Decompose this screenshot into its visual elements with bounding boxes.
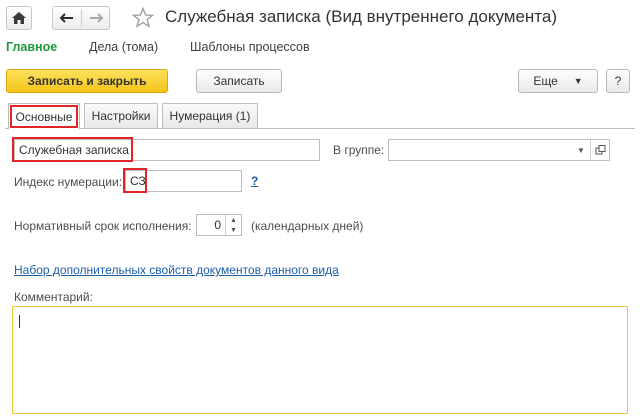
history-nav [52,6,110,30]
nav-main[interactable]: Главное [6,40,57,54]
tab-numbering[interactable]: Нумерация (1) [162,103,258,128]
nav-files[interactable]: Дела (тома) [89,40,158,54]
highlight-index [123,168,147,193]
favorite-button[interactable] [131,6,155,30]
group-label: В группе: [333,143,385,157]
help-button[interactable]: ? [606,69,630,93]
properties-set-link[interactable]: Набор дополнительных свойств документов … [14,263,339,277]
text-cursor [19,315,20,328]
home-icon [12,12,26,24]
arrow-right-icon [90,13,104,23]
comment-label: Комментарий: [14,290,93,304]
index-help-link[interactable]: ? [251,174,258,188]
deadline-label: Нормативный срок исполнения: [14,219,192,233]
more-label: Еще [533,74,558,88]
open-window-icon [595,145,606,155]
save-button[interactable]: Записать [196,69,282,93]
tab-settings[interactable]: Настройки [84,103,158,128]
stepper-down-button[interactable]: ▼ [226,225,241,235]
arrow-left-icon [59,13,73,23]
star-icon [131,6,155,28]
group-dropdown-button[interactable]: ▼ [572,140,590,160]
tab-strip-line [5,128,635,129]
index-label: Индекс нумерации: [14,175,123,189]
window-title: Служебная записка (Вид внутреннего докум… [165,7,558,26]
nav-process-templates[interactable]: Шаблоны процессов [190,40,310,54]
chevron-up-icon: ▲ [230,216,237,224]
chevron-down-icon: ▼ [577,145,585,155]
highlight-name [12,137,133,162]
group-open-button[interactable] [592,140,610,160]
back-button[interactable] [53,7,81,29]
highlight-tab-main [10,105,78,128]
stepper-up-button[interactable]: ▲ [226,215,241,225]
deadline-unit: (календарных дней) [251,219,364,233]
save-and-close-button[interactable]: Записать и закрыть [6,69,168,93]
divider [590,140,591,160]
comment-textarea[interactable] [12,306,628,414]
dropdown-arrow-icon: ▼ [573,76,583,86]
more-button[interactable]: Еще ▼ [518,69,598,93]
forward-button[interactable] [82,7,110,29]
home-button[interactable] [6,6,32,30]
chevron-down-icon: ▼ [230,226,237,234]
